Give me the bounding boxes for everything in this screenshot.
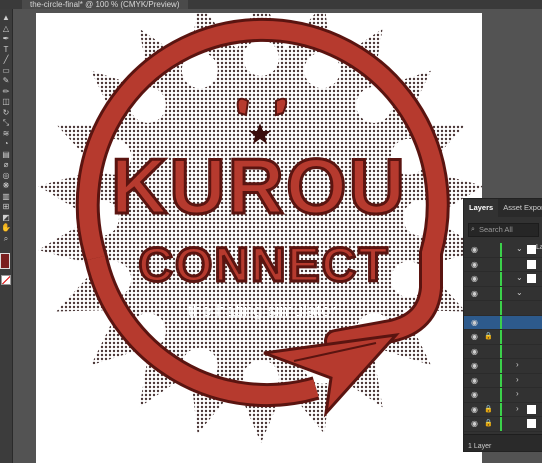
layers-search-input[interactable]: ⌕ Search All — [468, 223, 539, 237]
tools-panel: ▲ △ ✒ T ╱ ▭ ✎ ✏ ◫ ↻ ⤡ ≋ ◔ ▤ ⌀ ◎ ❋ ▥ ⊞ ◩ ✋ ⌕ — [0, 9, 13, 463]
visibility-eye-icon[interactable]: ◉ — [471, 274, 478, 283]
search-placeholder: Search All — [479, 225, 513, 234]
visibility-eye-icon[interactable]: ◉ — [471, 376, 478, 385]
logo-artwork: KUROU CONNECT the hating simulator — [38, 13, 482, 443]
graph-tool-icon[interactable]: ▥ — [1, 192, 11, 202]
slice-tool-icon[interactable]: ◩ — [1, 213, 11, 223]
rotate-tool-icon[interactable]: ↻ — [1, 108, 11, 118]
line-tool-icon[interactable]: ╱ — [1, 55, 11, 65]
panel-tabs: Layers Asset Export — [464, 199, 542, 217]
layer-count: 1 Layer — [468, 443, 492, 450]
symbol-sprayer-icon[interactable]: ❋ — [1, 181, 11, 191]
eyedropper-icon[interactable]: ⌀ — [1, 160, 11, 170]
layer-row[interactable] — [464, 301, 542, 316]
layer-thumbnail — [527, 419, 536, 428]
selection-tool-icon[interactable]: ▲ — [1, 13, 11, 23]
visibility-eye-icon[interactable]: ◉ — [471, 419, 478, 428]
layer-thumbnail — [527, 245, 536, 254]
artboard-tool-icon[interactable]: ⊞ — [1, 202, 11, 212]
document-tab[interactable]: the-circle-final* @ 100 % (CMYK/Preview) — [22, 0, 188, 9]
layer-row[interactable]: ◉ › — [464, 388, 542, 403]
scallop — [243, 40, 279, 76]
layer-color-bar — [500, 286, 502, 300]
visibility-eye-icon[interactable]: ◉ — [471, 318, 478, 327]
title-kurou: KUROU — [111, 142, 407, 230]
layer-name: Layer — [536, 244, 542, 251]
layer-thumbnail — [527, 259, 536, 269]
blend-tool-icon[interactable]: ◎ — [1, 171, 11, 181]
direct-selection-icon[interactable]: △ — [1, 24, 11, 34]
layer-list: ◉⌄Layer◉◉⌄◉⌄◉◉🔒◉◉›◉›◉›◉🔒›◉🔒 — [464, 243, 542, 432]
layer-color-bar — [500, 373, 502, 387]
layer-color-bar — [500, 315, 502, 329]
layer-row[interactable]: ◉ 🔒 — [464, 330, 542, 345]
layer-color-bar — [500, 301, 502, 315]
none-swatch[interactable] — [1, 275, 11, 285]
expand-chevron-icon[interactable]: › — [516, 375, 519, 384]
gradient-icon[interactable]: ▤ — [1, 150, 11, 160]
layer-row[interactable]: ◉ — [464, 344, 542, 359]
document-tab-bar: the-circle-final* @ 100 % (CMYK/Preview) — [0, 0, 542, 9]
layer-row[interactable]: ◉ ⌄ Layer — [464, 243, 542, 258]
layer-row[interactable]: ◉ — [464, 257, 542, 272]
zoom-tool-icon[interactable]: ⌕ — [1, 234, 11, 244]
fill-swatch[interactable] — [0, 253, 10, 269]
rectangle-tool-icon[interactable]: ▭ — [1, 66, 11, 76]
layer-row[interactable]: ◉ — [464, 315, 542, 330]
expand-chevron-icon[interactable]: ⌄ — [516, 273, 523, 282]
layer-row[interactable]: ◉ › — [464, 359, 542, 374]
visibility-eye-icon[interactable]: ◉ — [471, 405, 478, 414]
width-tool-icon[interactable]: ≋ — [1, 129, 11, 139]
visibility-eye-icon[interactable]: ◉ — [471, 289, 478, 298]
layer-row[interactable]: ◉ 🔒 — [464, 417, 542, 432]
layer-color-bar — [500, 402, 502, 416]
visibility-eye-icon[interactable]: ◉ — [471, 260, 478, 269]
visibility-eye-icon[interactable]: ◉ — [471, 347, 478, 356]
scale-tool-icon[interactable]: ⤡ — [1, 118, 11, 128]
visibility-eye-icon[interactable]: ◉ — [471, 245, 478, 254]
expand-chevron-icon[interactable]: › — [516, 360, 519, 369]
layer-color-bar — [500, 388, 502, 402]
layers-panel: Layers Asset Export ⌕ Search All ◉⌄Layer… — [463, 198, 542, 452]
hand-tool-icon[interactable]: ✋ — [1, 223, 11, 233]
layer-color-bar — [500, 243, 502, 257]
shape-builder-icon[interactable]: ◔ — [1, 139, 11, 149]
layer-color-bar — [500, 257, 502, 271]
layer-color-bar — [500, 344, 502, 358]
lock-icon[interactable]: 🔒 — [484, 419, 493, 427]
tagline: the hating simulator — [188, 301, 337, 320]
expand-chevron-icon[interactable]: ⌄ — [516, 244, 523, 253]
title-connect: CONNECT — [138, 239, 389, 292]
layer-thumbnail — [527, 274, 536, 283]
visibility-eye-icon[interactable]: ◉ — [471, 390, 478, 399]
layer-color-bar — [500, 330, 502, 344]
visibility-eye-icon[interactable]: ◉ — [471, 361, 478, 370]
lock-icon[interactable]: 🔒 — [484, 405, 493, 413]
expand-chevron-icon[interactable]: › — [516, 389, 519, 398]
layer-row[interactable]: ◉ ⌄ — [464, 272, 542, 287]
layer-color-bar — [500, 272, 502, 286]
layer-thumbnail — [527, 404, 536, 414]
search-icon: ⌕ — [471, 226, 475, 233]
artboard[interactable]: KUROU CONNECT the hating simulator — [36, 13, 482, 463]
visibility-eye-icon[interactable]: ◉ — [471, 332, 478, 341]
layer-row[interactable]: ◉ ⌄ — [464, 286, 542, 301]
layer-row[interactable]: ◉ › — [464, 373, 542, 388]
paintbrush-icon[interactable]: ✎ — [1, 76, 11, 86]
expand-chevron-icon[interactable]: ⌄ — [516, 288, 523, 297]
layer-color-bar — [500, 417, 502, 431]
layers-footer: 1 Layer — [464, 434, 542, 451]
expand-chevron-icon[interactable]: › — [516, 404, 519, 413]
tab-asset-export[interactable]: Asset Export — [498, 199, 542, 217]
layer-color-bar — [500, 359, 502, 373]
type-tool-icon[interactable]: T — [1, 45, 11, 55]
pen-tool-icon[interactable]: ✒ — [1, 34, 11, 44]
layer-row[interactable]: ◉ 🔒 › — [464, 402, 542, 417]
lock-icon[interactable]: 🔒 — [484, 332, 493, 340]
eraser-icon[interactable]: ◫ — [1, 97, 11, 107]
tab-layers[interactable]: Layers — [464, 199, 499, 217]
pencil-icon[interactable]: ✏ — [1, 87, 11, 97]
